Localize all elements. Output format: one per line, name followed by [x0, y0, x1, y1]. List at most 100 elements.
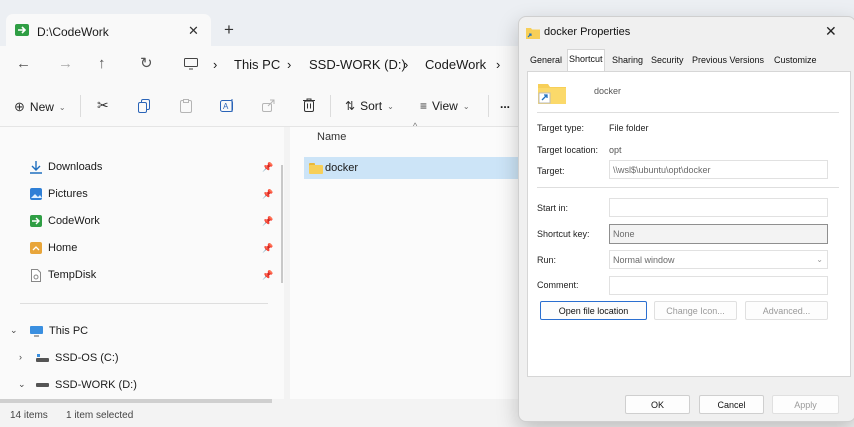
run-select[interactable]: Normal window ⌄ — [609, 250, 828, 269]
open-file-location-button[interactable]: Open file location — [540, 301, 647, 320]
close-tab-icon[interactable]: ✕ — [188, 23, 199, 39]
chevron-down-icon: ⌄ — [58, 102, 66, 112]
breadcrumb-codework[interactable]: CodeWork — [425, 57, 486, 72]
change-icon-button[interactable]: Change Icon... — [654, 301, 737, 320]
advanced-button[interactable]: Advanced... — [745, 301, 828, 320]
sidebar-item-this-pc[interactable]: This PC — [30, 321, 88, 341]
properties-dialog: docker Properties ✕ General Shortcut Sha… — [518, 16, 854, 422]
ok-button[interactable]: OK — [625, 395, 690, 414]
forward-arrow-icon[interactable]: → — [58, 55, 73, 72]
refresh-icon[interactable]: ↻ — [140, 54, 153, 72]
divider — [330, 95, 331, 117]
shortcut-key-input[interactable]: None — [609, 224, 828, 244]
sidebar-item-home[interactable]: Home — [30, 238, 77, 258]
tab-customize[interactable]: Customize — [773, 51, 818, 70]
sidebar-item-ssd-os[interactable]: SSD-OS (C:) — [36, 348, 119, 368]
shortcut-name: docker — [594, 86, 622, 96]
target-label: Target: — [537, 166, 565, 176]
new-button[interactable]: ⊕ New ⌄ — [14, 99, 66, 115]
target-type-label: Target type: — [537, 123, 585, 133]
crumb-separator: › — [496, 57, 501, 72]
view-lines-icon: ≡ — [420, 99, 428, 113]
breadcrumb-ssd-work[interactable]: SSD-WORK (D:) — [309, 57, 406, 72]
tab-previous-versions[interactable]: Previous Versions — [691, 51, 765, 70]
tab-shortcut[interactable]: Shortcut — [567, 49, 605, 72]
share-icon[interactable] — [262, 99, 275, 112]
back-arrow-icon[interactable]: ← — [16, 55, 31, 72]
shortcut-folder-icon — [526, 27, 540, 39]
copy-icon[interactable] — [138, 99, 151, 113]
target-input[interactable]: \\wsl$\ubuntu\opt\docker — [609, 160, 828, 179]
horizontal-scrollbar[interactable] — [0, 399, 272, 403]
codework-folder-icon — [15, 23, 29, 37]
close-icon[interactable]: ✕ — [825, 23, 837, 40]
paste-icon[interactable] — [180, 99, 192, 113]
start-in-input[interactable] — [609, 198, 828, 217]
sidebar-item-tempdisk[interactable]: TempDisk — [30, 265, 96, 285]
pin-icon[interactable]: 📌 — [262, 162, 273, 173]
divider — [488, 95, 489, 117]
apply-button[interactable]: Apply — [772, 395, 839, 414]
home-folder-icon — [30, 242, 42, 254]
pin-icon[interactable]: 📌 — [262, 243, 273, 254]
computer-icon — [30, 325, 43, 337]
vertical-scrollbar[interactable] — [281, 165, 283, 283]
comment-input[interactable] — [609, 276, 828, 295]
sidebar-item-downloads[interactable]: Downloads — [30, 157, 102, 177]
tab-security[interactable]: Security — [650, 51, 685, 70]
chevron-down-icon: ⌄ — [816, 255, 823, 264]
comment-label: Comment: — [537, 280, 579, 290]
tab-codework[interactable]: D:\CodeWork ✕ — [6, 14, 211, 46]
divider — [537, 112, 839, 113]
delete-icon[interactable] — [303, 98, 315, 112]
more-options-button[interactable]: ... — [500, 97, 510, 111]
codework-icon — [30, 215, 42, 227]
shortcut-folder-icon — [309, 163, 323, 174]
shortcut-key-label: Shortcut key: — [537, 229, 590, 239]
pin-icon[interactable]: 📌 — [262, 270, 273, 281]
breadcrumb-this-pc[interactable]: This PC — [234, 57, 280, 72]
cancel-button[interactable]: Cancel — [699, 395, 764, 414]
sidebar-item-codework[interactable]: CodeWork — [30, 211, 100, 231]
svg-text:A: A — [223, 102, 229, 111]
sort-up-chevron-icon: ^ — [413, 121, 418, 131]
expand-chevron-icon[interactable]: ⌄ — [18, 379, 26, 390]
dialog-title: docker Properties — [544, 26, 631, 38]
crumb-separator: › — [287, 57, 292, 72]
target-location-value: opt — [609, 145, 622, 155]
this-pc-monitor-icon[interactable] — [184, 58, 198, 70]
shortcut-panel: docker Target type: File folder Target l… — [527, 71, 851, 377]
collapse-chevron-icon[interactable]: › — [19, 352, 22, 362]
sidebar-item-ssd-work[interactable]: SSD-WORK (D:) — [36, 375, 137, 395]
up-arrow-icon[interactable]: ↑ — [98, 55, 106, 72]
disk-icon — [30, 268, 42, 282]
cut-icon[interactable]: ✂ — [97, 97, 109, 114]
view-button[interactable]: ≡ View ⌄ — [420, 99, 470, 113]
large-shortcut-folder-icon — [538, 82, 566, 104]
target-type-value: File folder — [609, 123, 649, 133]
drive-d-icon — [36, 382, 49, 388]
plus-circle-icon: ⊕ — [14, 99, 25, 114]
expand-chevron-icon[interactable]: ⌄ — [10, 325, 18, 336]
pictures-icon — [30, 188, 42, 200]
status-selection: 1 item selected — [66, 410, 134, 421]
column-header-name[interactable]: Name — [317, 131, 346, 143]
sort-button[interactable]: ⇅ Sort ⌄ — [345, 99, 394, 113]
crumb-separator: › — [404, 57, 409, 72]
run-label: Run: — [537, 255, 557, 265]
sidebar-item-pictures[interactable]: Pictures — [30, 184, 88, 204]
pin-icon[interactable]: 📌 — [262, 216, 273, 227]
drive-c-icon — [36, 353, 49, 363]
new-tab-button[interactable]: + — [224, 20, 234, 40]
property-tabs: General Shortcut Sharing Security Previo… — [527, 49, 851, 72]
crumb-separator: › — [213, 57, 218, 72]
file-row-docker[interactable]: docker — [304, 157, 520, 179]
sort-arrows-icon: ⇅ — [345, 99, 356, 113]
tab-general[interactable]: General — [529, 51, 563, 70]
divider — [537, 187, 839, 188]
tab-sharing[interactable]: Sharing — [611, 51, 644, 70]
tab-title: D:\CodeWork — [37, 25, 109, 39]
pin-icon[interactable]: 📌 — [262, 189, 273, 200]
rename-icon[interactable]: A — [220, 98, 235, 113]
download-icon — [30, 160, 42, 174]
